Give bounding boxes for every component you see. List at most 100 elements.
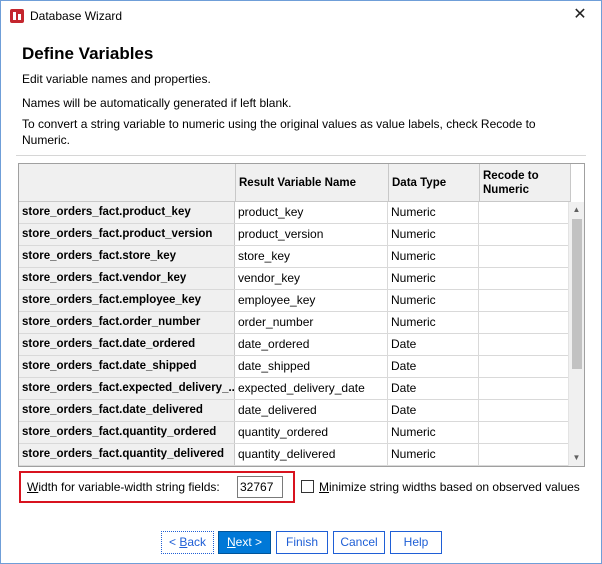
table-row[interactable]: store_orders_fact.store_key store_key Nume… [19,246,570,268]
table-row[interactable]: store_orders_fact.product_key product_key… [19,202,570,224]
width-field-label: Width for variable-width string fields: [27,480,220,494]
recode-to-numeric-cell[interactable] [479,202,570,223]
data-type-cell[interactable]: Date [388,400,479,421]
result-variable-name-cell[interactable]: date_shipped [235,356,388,377]
finish-button[interactable]: Finish [276,531,328,554]
source-variable-cell: store_orders_fact.quantity_delivered [19,444,235,465]
recode-to-numeric-cell[interactable] [479,356,570,377]
table-row[interactable]: store_orders_fact.quantity_delivered quan… [19,444,570,466]
source-variable-cell: store_orders_fact.date_ordered [19,334,235,355]
table-row[interactable]: store_orders_fact.quantity_ordered quanti… [19,422,570,444]
result-variable-name-cell[interactable]: product_version [235,224,388,245]
recode-to-numeric-cell[interactable] [479,400,570,421]
recode-to-numeric-cell[interactable] [479,224,570,245]
recode-to-numeric-cell[interactable] [479,290,570,311]
data-type-cell[interactable]: Numeric [388,202,479,223]
back-prefix: < [168,535,180,549]
source-variable-cell: store_orders_fact.product_key [19,202,235,223]
result-variable-name-cell[interactable]: store_key [235,246,388,267]
minimize-label-mnemonic: M [319,480,329,494]
source-variable-cell: store_orders_fact.date_shipped [19,356,235,377]
back-rest: ack [187,535,207,549]
variables-grid[interactable]: Result Variable Name Data Type Recode to… [18,163,585,467]
data-type-cell[interactable]: Date [388,334,479,355]
data-type-cell[interactable]: Numeric [388,422,479,443]
table-row[interactable]: store_orders_fact.product_version product… [19,224,570,246]
minimize-widths-checkbox[interactable] [301,480,314,493]
next-button[interactable]: Next > [218,531,271,554]
recode-to-numeric-cell[interactable] [479,268,570,289]
table-row[interactable]: store_orders_fact.employee_key employee_k… [19,290,570,312]
width-label-mnemonic: W [27,480,39,494]
header-data-type[interactable]: Data Type [388,164,479,202]
result-variable-name-cell[interactable]: quantity_delivered [235,444,388,465]
divider [16,155,586,156]
recode-to-numeric-cell[interactable] [479,334,570,355]
instruction-line-2: Names will be automatically generated if… [22,96,292,110]
width-field-input[interactable] [237,476,283,498]
scroll-down-icon[interactable]: ▼ [569,450,584,466]
header-source [19,164,235,202]
vertical-scrollbar[interactable]: ▲ ▼ [568,202,584,466]
source-variable-cell: store_orders_fact.product_version [19,224,235,245]
instruction-line-3-a: To convert a string variable to numeric … [22,117,536,131]
data-type-cell[interactable]: Numeric [388,224,479,245]
data-type-cell[interactable]: Date [388,356,479,377]
help-button[interactable]: Help [390,531,442,554]
scroll-up-icon[interactable]: ▲ [569,202,584,218]
header-recode[interactable]: Recode to Numeric [479,164,549,202]
result-variable-name-cell[interactable]: vendor_key [235,268,388,289]
data-type-cell[interactable]: Numeric [388,268,479,289]
table-row[interactable]: store_orders_fact.expected_delivery_... e… [19,378,570,400]
table-row[interactable]: store_orders_fact.order_number order_numb… [19,312,570,334]
recode-to-numeric-cell[interactable] [479,378,570,399]
title-bar[interactable]: Database Wizard ✕ [1,1,601,31]
result-variable-name-cell[interactable]: employee_key [235,290,388,311]
minimize-label-text: inimize string widths based on observed … [329,480,580,494]
close-icon: ✕ [573,6,587,23]
result-variable-name-cell[interactable]: expected_delivery_date [235,378,388,399]
instruction-line-3: To convert a string variable to numeric … [22,116,582,148]
table-row[interactable]: store_orders_fact.date_shipped date_shipp… [19,356,570,378]
source-variable-cell: store_orders_fact.vendor_key [19,268,235,289]
source-variable-cell: store_orders_fact.employee_key [19,290,235,311]
source-variable-cell: store_orders_fact.order_number [19,312,235,333]
grid-rows: store_orders_fact.product_key product_key… [19,202,570,466]
close-button[interactable]: ✕ [565,4,595,28]
back-button[interactable]: < Back [161,531,214,554]
result-variable-name-cell[interactable]: date_delivered [235,400,388,421]
recode-to-numeric-cell[interactable] [479,246,570,267]
data-type-cell[interactable]: Numeric [388,290,479,311]
source-variable-cell: store_orders_fact.date_delivered [19,400,235,421]
table-row[interactable]: store_orders_fact.vendor_key vendor_key Nu… [19,268,570,290]
data-type-cell[interactable]: Date [388,378,479,399]
table-row[interactable]: store_orders_fact.date_delivered date_del… [19,400,570,422]
cancel-button[interactable]: Cancel [333,531,385,554]
instruction-line-1: Edit variable names and properties. [22,72,211,86]
next-rest: ext > [235,535,263,549]
source-variable-cell: store_orders_fact.store_key [19,246,235,267]
width-label-text: idth for variable-width string fields: [38,480,220,494]
result-variable-name-cell[interactable]: quantity_ordered [235,422,388,443]
window-title: Database Wizard [30,9,123,23]
table-row[interactable]: store_orders_fact.date_ordered date_order… [19,334,570,356]
result-variable-name-cell[interactable]: order_number [235,312,388,333]
result-variable-name-cell[interactable]: date_ordered [235,334,388,355]
recode-to-numeric-cell[interactable] [479,422,570,443]
minimize-widths-label[interactable]: Minimize string widths based on observed… [319,480,580,494]
recode-to-numeric-cell[interactable] [479,444,570,465]
data-type-cell[interactable]: Numeric [388,312,479,333]
instruction-line-3-b: Numeric. [22,133,71,147]
source-variable-cell: store_orders_fact.quantity_ordered [19,422,235,443]
database-wizard-app-icon [10,9,24,23]
header-separator [570,164,571,202]
grid-header: Result Variable Name Data Type Recode to… [19,164,571,202]
result-variable-name-cell[interactable]: product_key [235,202,388,223]
header-result-name[interactable]: Result Variable Name [235,164,388,202]
next-mnemonic: N [226,535,236,549]
scrollbar-thumb[interactable] [572,219,582,369]
data-type-cell[interactable]: Numeric [388,444,479,465]
data-type-cell[interactable]: Numeric [388,246,479,267]
recode-to-numeric-cell[interactable] [479,312,570,333]
source-variable-cell: store_orders_fact.expected_delivery_... [19,378,235,399]
